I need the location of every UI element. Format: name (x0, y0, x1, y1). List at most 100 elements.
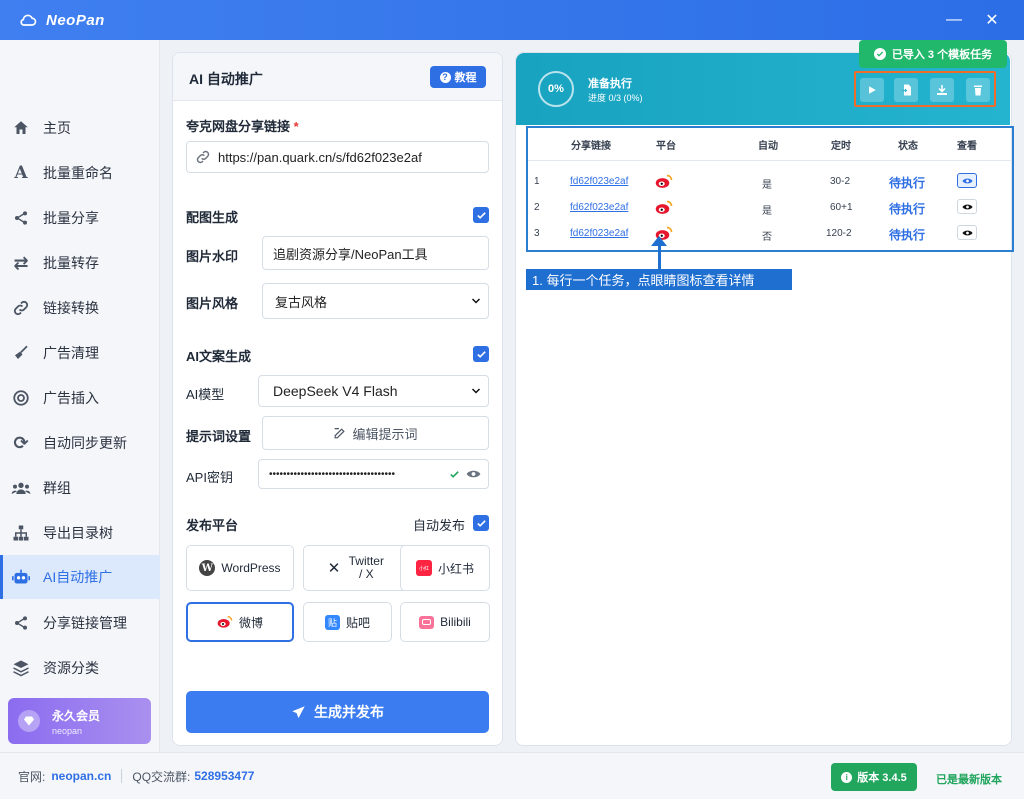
sidebar-item-export-tree[interactable]: 导出目录树 (0, 511, 160, 555)
task-toolbar (854, 71, 996, 107)
weibo-icon (217, 615, 233, 628)
ai-copy-label: AI文案生成 (186, 349, 252, 364)
sidebar-item-label: 资源分类 (43, 660, 99, 676)
edit-prompt-button[interactable]: 编辑提示词 (262, 416, 489, 450)
row-index: 1 (534, 176, 540, 187)
check-icon (476, 350, 486, 358)
row-link[interactable]: fd62f023e2af (570, 228, 628, 239)
style-value: 复古风格 (275, 294, 328, 310)
sidebar-item-label: 批量分享 (43, 210, 99, 226)
view-detail-button[interactable] (957, 225, 977, 240)
minimize-button[interactable]: — (942, 8, 966, 32)
platform-label: Twitter / X (348, 554, 384, 581)
play-icon (869, 86, 876, 94)
required-mark: * (293, 119, 299, 134)
platform-bilibili[interactable]: Bilibili (400, 602, 490, 642)
download-button[interactable] (930, 78, 954, 102)
column-header: 自动 (758, 141, 778, 152)
chevron-down-icon (471, 298, 481, 304)
platform-wordpress[interactable]: W WordPress (186, 545, 294, 591)
sidebar-item-home[interactable]: 主页 (0, 106, 160, 150)
row-link[interactable]: fd62f023e2af (570, 202, 628, 213)
sidebar-item-label: 广告插入 (43, 390, 99, 406)
progress-ring: 0% (538, 71, 574, 107)
auto-publish-label: 自动发布 (413, 518, 466, 533)
prompt-label: 提示词设置 (186, 429, 252, 444)
row-link[interactable]: fd62f023e2af (570, 176, 628, 187)
sidebar-item-ad-clean[interactable]: 广告清理 (0, 331, 160, 375)
platform-weibo[interactable]: 微博 (186, 602, 294, 642)
robot-icon (10, 566, 32, 588)
sidebar-item-share[interactable]: 批量分享 (0, 196, 160, 240)
api-key-value: •••••••••••••••••••••••••••••••••••• (269, 468, 396, 480)
platform-xiaohongshu[interactable]: 小红 小红书 (400, 545, 490, 591)
model-select[interactable]: DeepSeek V4 Flash (258, 375, 489, 407)
platform-label: Bilibili (440, 615, 471, 629)
platform-twitter[interactable]: ✕ Twitter / X (303, 545, 411, 591)
sidebar-item-label: 主页 (43, 120, 71, 136)
title-bar: NeoPan — ✕ (0, 0, 1024, 40)
view-detail-button[interactable] (957, 199, 977, 214)
app-title: NeoPan (46, 11, 105, 29)
run-button[interactable] (860, 78, 884, 102)
site-label: 官网: (18, 769, 46, 784)
transfer-icon: ⇄ (13, 252, 29, 273)
sidebar-item-label: AI自动推广 (43, 569, 113, 585)
generate-publish-button[interactable]: 生成并发布 (186, 691, 489, 733)
row-status: 待执行 (889, 228, 926, 242)
site-link[interactable]: neopan.cn (51, 769, 111, 783)
version-badge[interactable]: i 版本 3.4.5 (831, 763, 917, 791)
sidebar-item-rename[interactable]: A 批量重命名 (0, 151, 160, 195)
delete-button[interactable] (966, 78, 990, 102)
sidebar-item-ai-promo[interactable]: AI自动推广 (0, 555, 160, 599)
view-detail-button[interactable] (957, 173, 977, 188)
share-link-input[interactable]: https://pan.quark.cn/s/fd62f023e2af (186, 141, 489, 173)
sync-icon: ⟳ (13, 432, 29, 453)
xiaohongshu-icon: 小红 (415, 560, 432, 576)
broom-icon (10, 342, 32, 364)
tutorial-button[interactable]: ? 教程 (430, 66, 486, 88)
sidebar-item-label: 群组 (43, 480, 71, 496)
check-icon (476, 519, 486, 527)
eye-icon (961, 204, 973, 209)
row-timer: 120-2 (826, 228, 852, 239)
auto-publish-checkbox[interactable] (473, 515, 489, 531)
style-select[interactable]: 复古风格 (262, 283, 489, 319)
api-key-input[interactable]: •••••••••••••••••••••••••••••••••••• (258, 459, 489, 489)
row-index: 3 (534, 228, 540, 239)
image-gen-checkbox[interactable] (473, 207, 489, 223)
eye-icon (961, 178, 973, 183)
sidebar-item-categories[interactable]: 资源分类 (0, 646, 160, 690)
sidebar-item-link-convert[interactable]: 链接转换 (0, 286, 160, 330)
sidebar-item-groups[interactable]: 群组 (0, 466, 160, 510)
chevron-down-icon (471, 388, 481, 394)
row-status: 待执行 (889, 202, 926, 216)
bilibili-icon (419, 615, 435, 629)
task-table: 分享链接 平台 自动 定时 状态 查看 1 fd62f023e2af 是 30-… (526, 126, 1014, 252)
eye-icon[interactable] (466, 468, 481, 480)
letter-a-icon: A (14, 163, 28, 183)
sidebar-item-share-manage[interactable]: 分享链接管理 (0, 601, 160, 645)
share-link-value: https://pan.quark.cn/s/fd62f023e2af (218, 149, 422, 165)
vip-card[interactable]: 永久会员 neopan (8, 698, 151, 744)
row-index: 2 (534, 202, 540, 213)
qq-value[interactable]: 528953477 (194, 769, 254, 783)
qq-label: QQ交流群: (132, 769, 191, 784)
row-auto: 是 (762, 206, 772, 217)
sidebar-item-ad-insert[interactable]: 广告插入 (0, 376, 160, 420)
platform-label: 小红书 (437, 561, 474, 576)
row-timer: 30-2 (830, 176, 851, 187)
platform-tieba[interactable]: 贴 贴吧 (303, 602, 392, 642)
import-button[interactable] (894, 78, 918, 102)
platform-label: 微博 (238, 615, 263, 630)
watermark-input[interactable]: 追剧资源分享/NeoPan工具 (262, 236, 489, 270)
panel-title: AI 自动推广 (189, 71, 263, 87)
style-label: 图片风格 (186, 296, 239, 311)
sidebar-item-sync[interactable]: ⟳ 自动同步更新 (0, 421, 160, 465)
close-button[interactable]: ✕ (980, 8, 1004, 32)
sidebar-item-transfer[interactable]: ⇄ 批量转存 (0, 241, 160, 285)
ai-copy-checkbox[interactable] (473, 346, 489, 362)
row-status: 待执行 (889, 176, 926, 190)
platform-label: 贴吧 (345, 615, 370, 630)
download-icon (937, 85, 947, 95)
